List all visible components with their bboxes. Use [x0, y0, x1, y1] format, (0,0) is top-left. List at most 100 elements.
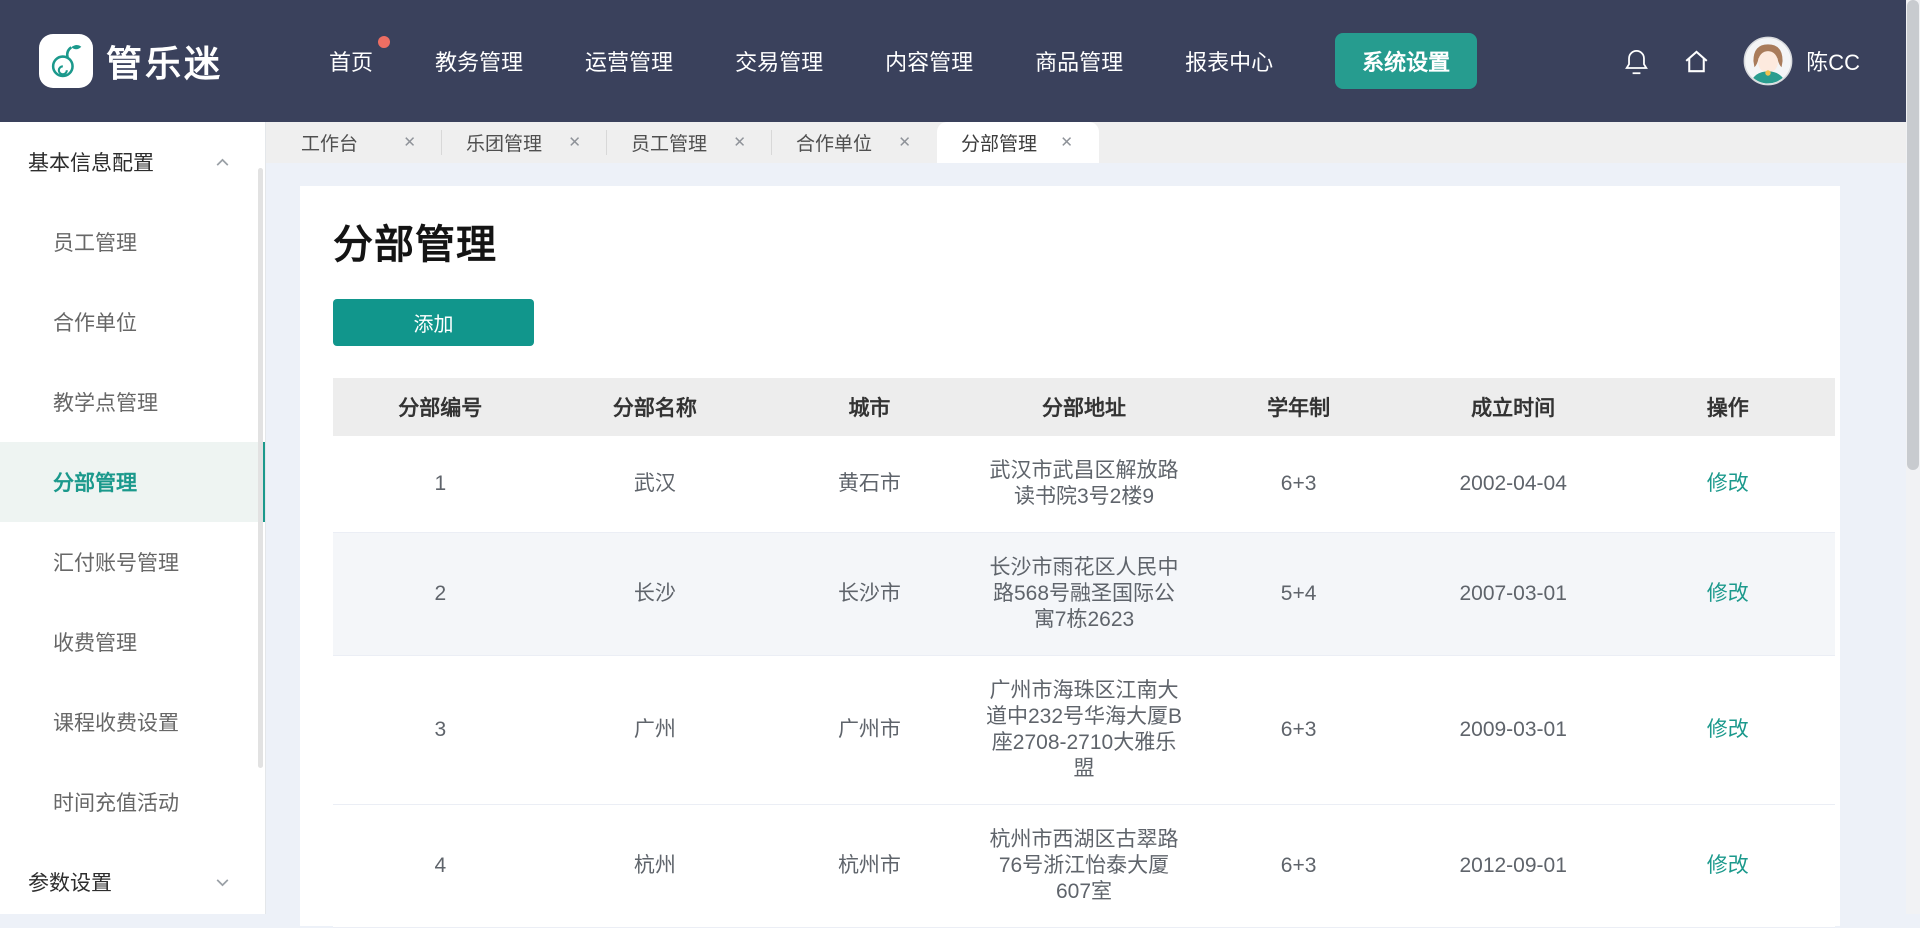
nav-item-label: 商品管理 — [1035, 50, 1123, 75]
cell-branch-no: 3 — [333, 656, 548, 804]
cell-action: 修改 — [1620, 533, 1835, 655]
cell-action: 修改 — [1620, 436, 1835, 532]
brand[interactable]: 管乐迷 — [39, 34, 223, 88]
nav-item[interactable]: 交易管理 — [735, 45, 823, 77]
notification-dot-icon — [378, 36, 390, 48]
sidebar-item-label: 分部管理 — [53, 467, 137, 497]
tab-close-icon[interactable]: ✕ — [568, 135, 581, 150]
chevron-down-icon — [214, 874, 231, 891]
column-header: 学年制 — [1191, 378, 1406, 436]
cell-branch-no: 4 — [333, 805, 548, 927]
navbar-right: 陈CC — [1623, 36, 1860, 86]
tab-item[interactable]: 工作台 ✕ — [277, 122, 442, 163]
sidebar-item[interactable]: 合作单位 — [0, 282, 265, 362]
cell-founded-date: 2012-09-01 — [1406, 805, 1621, 927]
cell-branch-name: 广州 — [548, 656, 763, 804]
cell-action: 修改 — [1620, 656, 1835, 804]
cell-city: 长沙市 — [762, 533, 977, 655]
table-header: 分部编号分部名称城市分部地址学年制成立时间操作 — [333, 378, 1835, 436]
tab-label: 分部管理 — [961, 129, 1037, 156]
sidebar-item-label: 课程收费设置 — [53, 707, 179, 737]
address-text: 长沙市雨花区人民中路568号融圣国际公寓7栋2623 — [984, 555, 1184, 633]
nav-item[interactable]: 报表中心 — [1185, 45, 1273, 77]
cell-city: 黄石市 — [762, 436, 977, 532]
sidebar-item[interactable]: 课程收费设置 — [0, 682, 265, 762]
cell-address: 武汉市武昌区解放路读书院3号2楼9 — [977, 436, 1192, 532]
main-content: 分部管理 添加 分部编号分部名称城市分部地址学年制成立时间操作 1武汉黄石市武汉… — [266, 163, 1920, 914]
cell-school-years: 6+3 — [1191, 436, 1406, 532]
page-scrollbar[interactable] — [1906, 0, 1920, 914]
cell-school-years: 6+3 — [1191, 656, 1406, 804]
nav-item[interactable]: 教务管理 — [435, 45, 523, 77]
cell-founded-date: 2007-03-01 — [1406, 533, 1621, 655]
cell-school-years: 6+3 — [1191, 805, 1406, 927]
nav-item[interactable]: 首页 — [329, 45, 373, 77]
cell-address: 杭州市西湖区古翠路76号浙江怡泰大厦607室 — [977, 805, 1192, 927]
tab-active[interactable]: 分部管理 ✕ — [937, 122, 1099, 163]
sidebar-item[interactable]: 教学点管理 — [0, 362, 265, 442]
sidebar-item-label: 收费管理 — [53, 627, 137, 657]
cell-branch-no: 1 — [333, 436, 548, 532]
nav-item-label: 交易管理 — [735, 50, 823, 75]
sidebar-item-label: 合作单位 — [53, 307, 137, 337]
nav-item[interactable]: 系统设置 — [1335, 33, 1477, 89]
cell-branch-name: 长沙 — [548, 533, 763, 655]
sidebar-item[interactable]: 基本信息配置 — [0, 122, 265, 202]
tab-item[interactable]: 乐团管理✕ — [442, 122, 607, 163]
edit-link[interactable]: 修改 — [1707, 853, 1749, 879]
home-icon[interactable] — [1682, 47, 1711, 76]
nav-item[interactable]: 内容管理 — [885, 45, 973, 77]
edit-link[interactable]: 修改 — [1707, 581, 1749, 607]
sidebar-item[interactable]: 汇付账号管理 — [0, 522, 265, 602]
chevron-up-icon — [214, 154, 231, 171]
cell-city: 杭州市 — [762, 805, 977, 927]
sidebar-item-label: 参数设置 — [28, 867, 112, 897]
sidebar-item[interactable]: 收费管理 — [0, 602, 265, 682]
page-title: 分部管理 — [333, 212, 1840, 270]
sidebar-scrollbar-thumb[interactable] — [258, 168, 263, 768]
tab-close-icon[interactable]: ✕ — [733, 135, 746, 150]
cell-address: 长沙市雨花区人民中路568号融圣国际公寓7栋2623 — [977, 533, 1192, 655]
cell-branch-no: 2 — [333, 533, 548, 655]
address-text: 杭州市西湖区古翠路76号浙江怡泰大厦607室 — [984, 827, 1184, 905]
sidebar-item[interactable]: 时间充值活动 — [0, 762, 265, 842]
edit-link[interactable]: 修改 — [1707, 471, 1749, 497]
column-header: 分部名称 — [548, 378, 763, 436]
edit-link[interactable]: 修改 — [1707, 717, 1749, 743]
column-header: 城市 — [762, 378, 977, 436]
tab-item[interactable]: 员工管理✕ — [607, 122, 772, 163]
cell-founded-date: 2002-04-04 — [1406, 436, 1621, 532]
nav-item-label: 教务管理 — [435, 50, 523, 75]
user-menu[interactable]: 陈CC — [1743, 36, 1860, 86]
address-text: 广州市海珠区江南大道中232号华海大厦B座2708-2710大雅乐盟 — [984, 678, 1184, 782]
nav-item[interactable]: 运营管理 — [585, 45, 673, 77]
cell-city: 广州市 — [762, 656, 977, 804]
sidebar-item[interactable]: 员工管理 — [0, 202, 265, 282]
tab-close-icon[interactable]: ✕ — [403, 135, 416, 150]
nav-item-label: 运营管理 — [585, 50, 673, 75]
page-scrollbar-thumb[interactable] — [1907, 0, 1919, 470]
sidebar-item-label: 时间充值活动 — [53, 787, 179, 817]
tab-close-icon[interactable]: ✕ — [1060, 135, 1073, 150]
bell-icon[interactable] — [1623, 47, 1650, 76]
cell-founded-date: 2009-03-01 — [1406, 656, 1621, 804]
add-button[interactable]: 添加 — [333, 299, 534, 346]
tab-item[interactable]: 合作单位 ✕ — [772, 122, 937, 163]
sidebar-item[interactable]: 分部管理 — [0, 442, 265, 522]
table-row: 3广州广州市广州市海珠区江南大道中232号华海大厦B座2708-2710大雅乐盟… — [333, 656, 1835, 805]
app-logo — [39, 34, 93, 88]
sidebar: 基本信息配置员工管理合作单位教学点管理分部管理汇付账号管理收费管理课程收费设置时… — [0, 122, 266, 914]
avatar — [1743, 36, 1793, 86]
column-header: 成立时间 — [1406, 378, 1621, 436]
table-row: 4杭州杭州市杭州市西湖区古翠路76号浙江怡泰大厦607室6+32012-09-0… — [333, 805, 1835, 928]
nav-item-label: 报表中心 — [1185, 50, 1273, 75]
nav-item[interactable]: 商品管理 — [1035, 45, 1123, 77]
tab-label: 工作台 — [301, 129, 358, 156]
tab-label: 合作单位 — [796, 129, 872, 156]
table-row: 1武汉黄石市武汉市武昌区解放路读书院3号2楼96+32002-04-04修改 — [333, 436, 1835, 533]
table-body: 1武汉黄石市武汉市武昌区解放路读书院3号2楼96+32002-04-04修改2长… — [333, 436, 1835, 928]
tab-close-icon[interactable]: ✕ — [898, 135, 911, 150]
sidebar-item[interactable]: 参数设置 — [0, 842, 265, 922]
column-header: 分部编号 — [333, 378, 548, 436]
cell-branch-name: 杭州 — [548, 805, 763, 927]
